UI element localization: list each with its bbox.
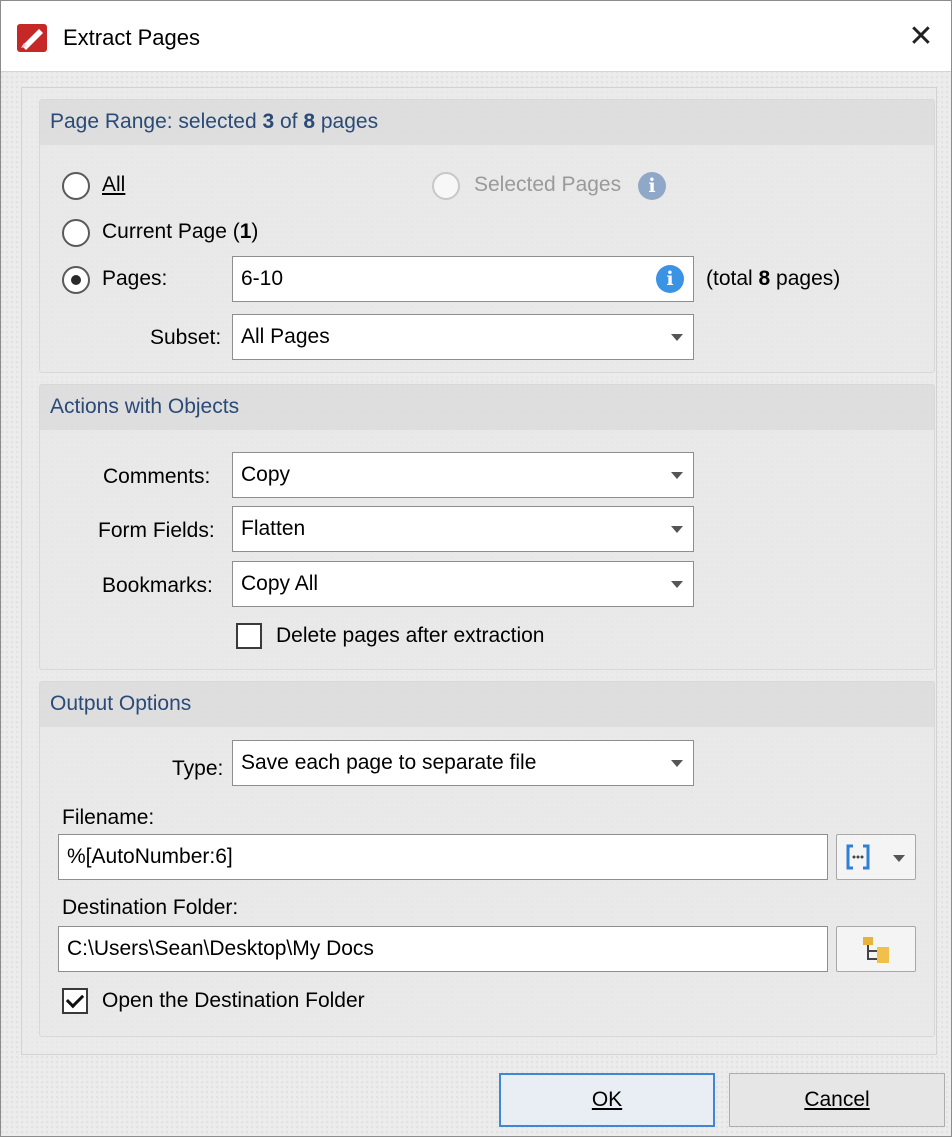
bookmarks-value: Copy All <box>241 572 319 595</box>
radio-selected-pages-label: Selected Pages <box>474 173 622 196</box>
pages-range-input[interactable]: 6-10 <box>232 256 694 302</box>
comments-value: Copy <box>241 463 291 486</box>
insert-macro-button[interactable] <box>836 834 916 880</box>
open-destination-checkbox[interactable] <box>62 988 88 1014</box>
chevron-down-icon <box>893 855 905 862</box>
filename-value: %[AutoNumber:6] <box>67 845 233 868</box>
ok-button-label: OK <box>591 1088 623 1111</box>
close-button[interactable]: ✕ <box>891 1 951 71</box>
macro-bracket-icon <box>846 844 870 870</box>
delete-pages-label[interactable]: Delete pages after extraction <box>276 624 545 648</box>
chevron-down-icon <box>671 526 683 533</box>
radio-all-label[interactable]: All <box>102 173 125 197</box>
chevron-down-icon <box>671 472 683 479</box>
radio-selected-pages <box>432 172 460 200</box>
chevron-down-icon <box>671 581 683 588</box>
output-options-header: Output Options <box>40 682 934 727</box>
chevron-down-icon <box>671 334 683 341</box>
type-label: Type: <box>172 757 224 780</box>
form-fields-label: Form Fields: <box>98 519 215 542</box>
destination-folder-label: Destination Folder: <box>62 896 239 919</box>
subset-dropdown[interactable]: All Pages <box>232 314 694 360</box>
pdf-xchange-icon <box>17 24 47 52</box>
output-type-dropdown[interactable]: Save each page to separate file <box>232 740 694 786</box>
bookmarks-dropdown[interactable]: Copy All <box>232 561 694 607</box>
cancel-button[interactable]: Cancel <box>729 1073 945 1127</box>
folder-tree-icon <box>863 937 889 963</box>
output-options-group: Output Options Type: Save each page to s… <box>39 681 935 1037</box>
pages-info-icon[interactable]: i <box>656 265 684 293</box>
actions-header: Actions with Objects <box>40 385 934 430</box>
filename-label: Filename: <box>62 806 155 829</box>
radio-all[interactable] <box>62 172 90 200</box>
subset-label: Subset: <box>150 326 222 349</box>
cancel-button-label: Cancel <box>804 1088 870 1111</box>
actions-title: Actions with Objects <box>50 395 240 418</box>
comments-label: Comments: <box>103 465 211 488</box>
page-range-header: Page Range: selected 3 of 8 pages <box>40 100 934 145</box>
subset-value: All Pages <box>241 325 330 348</box>
destination-folder-value: C:\Users\Sean\Desktop\My Docs <box>67 937 374 960</box>
extract-pages-dialog: Extract Pages ✕ Page Range: selected 3 o… <box>0 0 952 1137</box>
comments-dropdown[interactable]: Copy <box>232 452 694 498</box>
output-options-title: Output Options <box>50 692 192 715</box>
pages-range-value: 6-10 <box>241 267 284 290</box>
output-type-value: Save each page to separate file <box>241 751 537 774</box>
page-range-title: Page Range: selected 3 of 8 pages <box>50 110 379 133</box>
title-bar: Extract Pages ✕ <box>1 1 951 72</box>
radio-current-page-label[interactable]: Current Page (1) <box>102 220 258 244</box>
radio-pages-label[interactable]: Pages: <box>102 267 167 291</box>
form-fields-dropdown[interactable]: Flatten <box>232 506 694 552</box>
filename-input[interactable]: %[AutoNumber:6] <box>58 834 828 880</box>
ok-button[interactable]: OK <box>499 1073 715 1127</box>
browse-folder-button[interactable] <box>836 926 916 972</box>
selected-pages-info-icon[interactable]: i <box>638 172 666 200</box>
delete-pages-checkbox[interactable] <box>236 623 262 649</box>
destination-folder-input[interactable]: C:\Users\Sean\Desktop\My Docs <box>58 926 828 972</box>
actions-group: Actions with Objects Comments: Copy Form… <box>39 384 935 670</box>
open-destination-label[interactable]: Open the Destination Folder <box>102 989 365 1013</box>
total-pages-label: (total 8 pages) <box>706 267 841 290</box>
radio-pages[interactable] <box>62 266 90 294</box>
chevron-down-icon <box>671 760 683 767</box>
window-title: Extract Pages <box>63 25 200 50</box>
page-range-group: Page Range: selected 3 of 8 pages All Se… <box>39 99 935 373</box>
radio-current-page[interactable] <box>62 219 90 247</box>
close-icon: ✕ <box>908 19 934 53</box>
form-fields-value: Flatten <box>241 517 306 540</box>
bookmarks-label: Bookmarks: <box>102 574 213 597</box>
